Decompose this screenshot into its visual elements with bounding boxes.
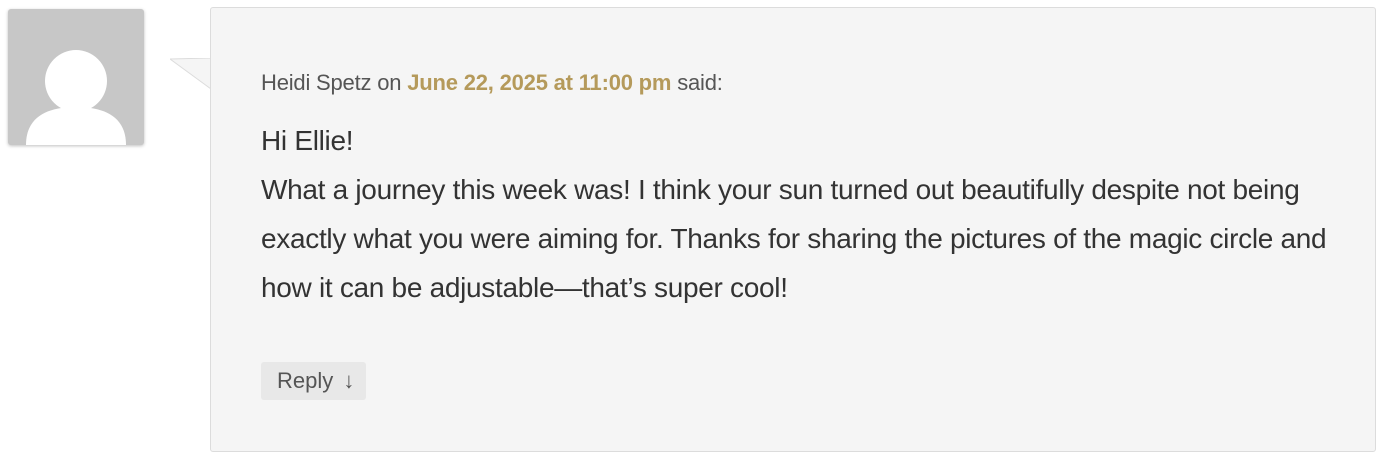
comment-author: Heidi Spetz xyxy=(261,70,372,95)
arrow-down-icon: ↓ xyxy=(343,368,355,393)
default-user-silhouette-icon xyxy=(26,50,126,145)
comment-text: What a journey this week was! I think yo… xyxy=(261,174,1327,303)
comment-on-text: on xyxy=(377,70,402,95)
reply-button[interactable]: Reply ↓ xyxy=(261,362,367,400)
comment-content: Hi Ellie! What a journey this week was! … xyxy=(261,116,1341,312)
comment-greeting: Hi Ellie! xyxy=(261,125,354,156)
bubble-pointer xyxy=(170,58,212,90)
comment: Heidi Spetz on June 22, 2025 at 11:00 pm… xyxy=(0,0,1384,467)
comment-date-link[interactable]: June 22, 2025 at 11:00 pm xyxy=(407,70,671,95)
comment-body: Heidi Spetz on June 22, 2025 at 11:00 pm… xyxy=(210,7,1376,452)
avatar xyxy=(8,9,144,145)
reply-label: Reply xyxy=(277,368,334,393)
comment-said-text: said: xyxy=(677,70,723,95)
comment-meta: Heidi Spetz on June 22, 2025 at 11:00 pm… xyxy=(261,70,723,96)
